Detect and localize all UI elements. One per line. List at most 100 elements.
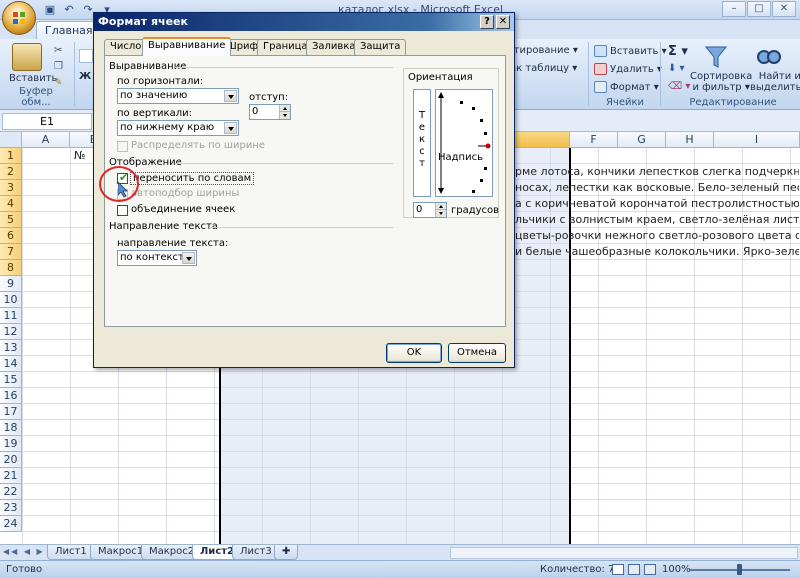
maximize-button[interactable]: □ [747, 1, 771, 17]
dialog-close-button[interactable]: ✕ [496, 15, 510, 29]
horizontal-select[interactable]: по значению [117, 88, 239, 104]
row-header-17[interactable]: 17 [0, 404, 22, 420]
insert-cells-button[interactable]: Вставить ▾ [594, 45, 667, 57]
vertical-select[interactable]: по нижнему краю [117, 120, 239, 136]
paste-button[interactable]: Вставить [9, 73, 57, 84]
cell-b1[interactable]: № [74, 149, 85, 162]
row-header-21[interactable]: 21 [0, 468, 22, 484]
office-button[interactable] [2, 1, 36, 35]
format-cells-button[interactable]: Формат ▾ [594, 81, 659, 93]
sheet-tab-list1[interactable]: Лист1 [47, 545, 95, 560]
zoom-level[interactable]: 100% [662, 564, 691, 575]
row-header-19[interactable]: 19 [0, 436, 22, 452]
column-header-h[interactable]: H [666, 132, 714, 148]
degrees-spinner[interactable]: 0 [413, 202, 447, 218]
row-header-15[interactable]: 15 [0, 372, 22, 388]
spin-down-icon[interactable] [279, 112, 290, 119]
format-cells-icon [594, 81, 607, 93]
row-header-11[interactable]: 11 [0, 308, 22, 324]
cell-e-text-line[interactable]: рме лотоса, кончики лепестков слегка под… [515, 165, 799, 178]
row-header-10[interactable]: 10 [0, 292, 22, 308]
row-header-23[interactable]: 23 [0, 500, 22, 516]
font-box-fragment[interactable] [79, 49, 93, 63]
chevron-down-icon[interactable] [224, 90, 237, 102]
wrap-text-label[interactable]: переносить по словам [130, 172, 255, 185]
ok-button[interactable]: OK [386, 343, 442, 363]
column-header-f[interactable]: F [570, 132, 618, 148]
select-all-corner[interactable] [0, 132, 22, 148]
vertical-label: по вертикали: [117, 108, 192, 119]
sort-filter-button[interactable]: Сортировка и фильтр ▾ [690, 71, 752, 93]
vertical-text-toggle[interactable]: Т е к с т [413, 89, 431, 197]
indent-spinner[interactable]: 0 [249, 104, 291, 120]
cell-e-text-line[interactable]: носах, лепестки как восковые. Бело-зелен… [515, 181, 799, 194]
cell-e-text-line[interactable]: и белые чашеобразные колокольчики. Ярко-… [515, 245, 799, 258]
name-box[interactable]: E1 [2, 113, 92, 130]
row-header-9[interactable]: 9 [0, 276, 22, 292]
zoom-slider-thumb[interactable] [737, 564, 742, 575]
row-header-22[interactable]: 22 [0, 484, 22, 500]
direction-section-label: Направление текста [109, 221, 218, 232]
sheet-tab-list3[interactable]: Лист3 [232, 545, 280, 560]
row-header-1[interactable]: 1 [0, 148, 22, 164]
help-button[interactable]: ? [480, 15, 494, 29]
minimize-button[interactable]: – [722, 1, 746, 17]
spin-up-icon[interactable] [435, 203, 446, 210]
cell-e-text-line[interactable]: льчики с волнистым краем, светло-зелёная… [515, 213, 799, 226]
bold-fragment[interactable]: Ж [79, 71, 91, 82]
column-header-g[interactable]: G [618, 132, 666, 148]
row-header-5[interactable]: 5 [0, 212, 22, 228]
clear-icon[interactable]: ⌫ ▾ [668, 81, 690, 92]
cell-e-text-line[interactable]: а с коричневатой корончатой пестролистно… [515, 197, 799, 210]
normal-view-icon[interactable] [612, 564, 624, 575]
chevron-down-icon[interactable] [182, 252, 195, 264]
cut-icon[interactable]: ✂ [54, 45, 62, 56]
format-as-table-button[interactable]: ак таблицу ▾ [510, 63, 577, 74]
tab-number[interactable]: Число [104, 39, 148, 55]
find-select-icon[interactable] [757, 43, 781, 71]
row-header-8[interactable]: 8 [0, 260, 22, 276]
row-header-6[interactable]: 6 [0, 228, 22, 244]
cell-e-text-line[interactable]: цветы-розочки нежного светло-розового цв… [515, 229, 799, 242]
row-header-13[interactable]: 13 [0, 340, 22, 356]
row-header-7[interactable]: 7 [0, 244, 22, 260]
orientation-dial[interactable]: Надпись [435, 89, 493, 197]
spin-down-icon[interactable] [435, 210, 446, 217]
row-header-2[interactable]: 2 [0, 164, 22, 180]
merge-cells-checkbox[interactable] [117, 205, 128, 216]
tab-protection[interactable]: Защита [354, 39, 407, 55]
copy-icon[interactable]: ❐ [54, 61, 63, 72]
delete-cells-button[interactable]: Удалить ▾ [594, 63, 662, 75]
row-header-12[interactable]: 12 [0, 324, 22, 340]
horizontal-scrollbar[interactable] [450, 547, 798, 559]
chevron-down-icon[interactable] [224, 122, 237, 134]
column-header-i[interactable]: I [714, 132, 800, 148]
spin-up-icon[interactable] [279, 105, 290, 112]
tab-alignment[interactable]: Выравнивание [142, 37, 232, 56]
section-divider [175, 67, 393, 68]
find-select-button[interactable]: Найти и выделить ▾ [750, 71, 800, 93]
autosum-icon[interactable]: Σ ▾ [668, 44, 688, 59]
row-header-4[interactable]: 4 [0, 196, 22, 212]
fill-icon[interactable]: ⬇ ▾ [668, 63, 685, 74]
row-header-18[interactable]: 18 [0, 420, 22, 436]
direction-select[interactable]: по контексту [117, 250, 197, 266]
close-window-button[interactable]: ✕ [772, 1, 796, 17]
sort-filter-icon[interactable] [704, 43, 728, 71]
row-header-3[interactable]: 3 [0, 180, 22, 196]
row-header-16[interactable]: 16 [0, 388, 22, 404]
insert-sheet-icon[interactable]: ✚ [274, 545, 299, 560]
undo-icon[interactable]: ↶ [61, 2, 77, 17]
page-layout-icon[interactable] [628, 564, 640, 575]
row-header-24[interactable]: 24 [0, 516, 22, 532]
paste-icon[interactable] [12, 43, 42, 71]
ribbon-tab-home[interactable]: Главная [36, 21, 102, 40]
cancel-button[interactable]: Отмена [448, 343, 506, 363]
row-header-20[interactable]: 20 [0, 452, 22, 468]
save-icon[interactable]: ▣ [42, 2, 58, 17]
dialog-title-bar[interactable]: Формат ячеек [94, 13, 514, 31]
page-break-icon[interactable] [644, 564, 656, 575]
row-header-14[interactable]: 14 [0, 356, 22, 372]
distribute-checkbox[interactable] [117, 141, 128, 152]
column-header-a[interactable]: A [22, 132, 70, 148]
